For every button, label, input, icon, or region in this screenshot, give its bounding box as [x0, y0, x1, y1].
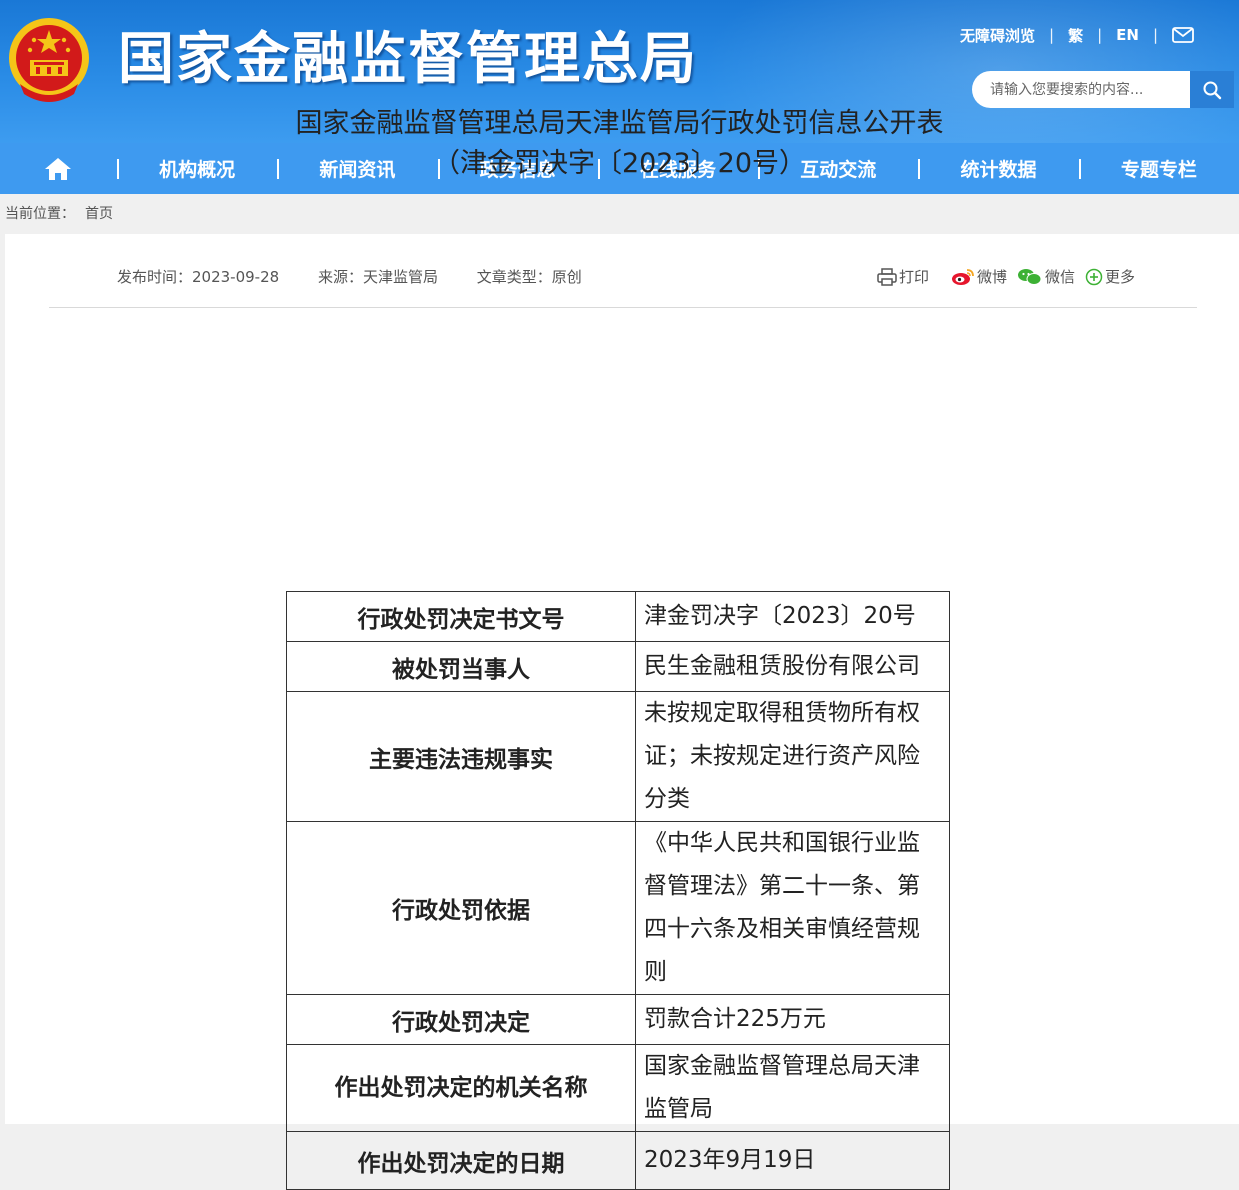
publish-date: 发布时间：2023-09-28 — [117, 268, 280, 286]
table-key-cell: 被处罚当事人 — [286, 641, 636, 692]
table-row: 行政处罚决定 罚款合计225万元 — [286, 994, 950, 1045]
print-label: 打印 — [899, 268, 930, 286]
weibo-label: 微博 — [977, 268, 1008, 286]
table-key-cell: 行政处罚决定书文号 — [286, 591, 636, 642]
table-value-cell: 民生金融租赁股份有限公司 — [635, 641, 950, 692]
more-share-button[interactable]: 更多 — [1085, 266, 1135, 287]
separator: | — [1152, 26, 1159, 44]
table-key-cell: 作出处罚决定的日期 — [286, 1131, 636, 1190]
table-row: 作出处罚决定的机关名称 国家金融监督管理总局天津监管局 — [286, 1044, 950, 1132]
more-label: 更多 — [1105, 268, 1136, 286]
search-input[interactable] — [972, 71, 1208, 108]
breadcrumb-home-link[interactable]: 首页 — [85, 206, 113, 222]
weibo-icon — [952, 268, 974, 285]
mail-icon[interactable] — [1172, 27, 1194, 43]
separator: | — [1049, 26, 1055, 44]
wechat-share-button[interactable]: 微信 — [1017, 266, 1075, 287]
divider — [49, 307, 1197, 308]
wechat-label: 微信 — [1045, 268, 1076, 286]
plus-icon — [1085, 268, 1103, 285]
weibo-share-button[interactable]: 微博 — [951, 266, 1007, 287]
printer-icon — [877, 267, 897, 286]
search-button[interactable] — [1190, 71, 1234, 108]
table-key-cell: 作出处罚决定的机关名称 — [286, 1044, 636, 1132]
wechat-icon — [1018, 268, 1042, 285]
print-button[interactable]: 打印 — [877, 266, 929, 287]
accessibility-link[interactable]: 无障碍浏览 — [960, 25, 1035, 46]
breadcrumb-label: 当前位置： — [5, 206, 75, 222]
traditional-chinese-link[interactable]: 繁 — [1068, 25, 1083, 46]
share-bar: 打印 微博 微信 更多 — [877, 266, 1145, 287]
table-key-cell: 行政处罚依据 — [286, 821, 636, 995]
separator: | — [1097, 26, 1103, 44]
penalty-info-table: 行政处罚决定书文号 津金罚决字〔2023〕20号 被处罚当事人 民生金融租赁股份… — [286, 591, 950, 1190]
article-meta: 发布时间：2023-09-28 来源：天津监管局 文章类型：原创 — [117, 266, 616, 287]
national-emblem-icon — [9, 18, 89, 102]
table-row: 被处罚当事人 民生金融租赁股份有限公司 — [286, 641, 950, 692]
table-key-cell: 行政处罚决定 — [286, 994, 636, 1045]
table-value-cell: 2023年9月19日 — [635, 1131, 950, 1190]
top-links: 无障碍浏览 | 繁 | EN | — [960, 22, 1230, 48]
breadcrumb: 当前位置： 首页 — [5, 194, 113, 234]
table-value-cell: 《中华人民共和国银行业监督管理法》第二十一条、第四十六条及相关审慎经营规则 — [635, 821, 950, 995]
article-title: 国家金融监督管理总局天津监管局行政处罚信息公开表 （津金罚决字〔2023〕20号… — [0, 104, 1239, 184]
article-source: 来源：天津监管局 — [317, 268, 438, 286]
article-title-line1: 国家金融监督管理总局天津监管局行政处罚信息公开表 — [295, 108, 944, 139]
table-key-cell: 主要违法违规事实 — [286, 691, 636, 822]
article-title-line2: （津金罚决字〔2023〕20号） — [432, 148, 807, 179]
search-box — [972, 71, 1234, 108]
english-link[interactable]: EN — [1116, 26, 1139, 44]
table-value-cell: 津金罚决字〔2023〕20号 — [635, 591, 950, 642]
table-value-cell: 罚款合计225万元 — [635, 994, 950, 1045]
table-value-cell: 未按规定取得租赁物所有权证；未按规定进行资产风险分类 — [635, 691, 950, 822]
article-type: 文章类型：原创 — [476, 268, 582, 286]
table-row: 作出处罚决定的日期 2023年9月19日 — [286, 1131, 950, 1190]
site-title: 国家金融监督管理总局 — [118, 26, 698, 92]
table-row: 行政处罚决定书文号 津金罚决字〔2023〕20号 — [286, 591, 950, 642]
table-row: 行政处罚依据 《中华人民共和国银行业监督管理法》第二十一条、第四十六条及相关审慎… — [286, 821, 950, 995]
search-icon — [1203, 81, 1222, 99]
table-value-cell: 国家金融监督管理总局天津监管局 — [635, 1044, 950, 1132]
table-row: 主要违法违规事实 未按规定取得租赁物所有权证；未按规定进行资产风险分类 — [286, 691, 950, 822]
